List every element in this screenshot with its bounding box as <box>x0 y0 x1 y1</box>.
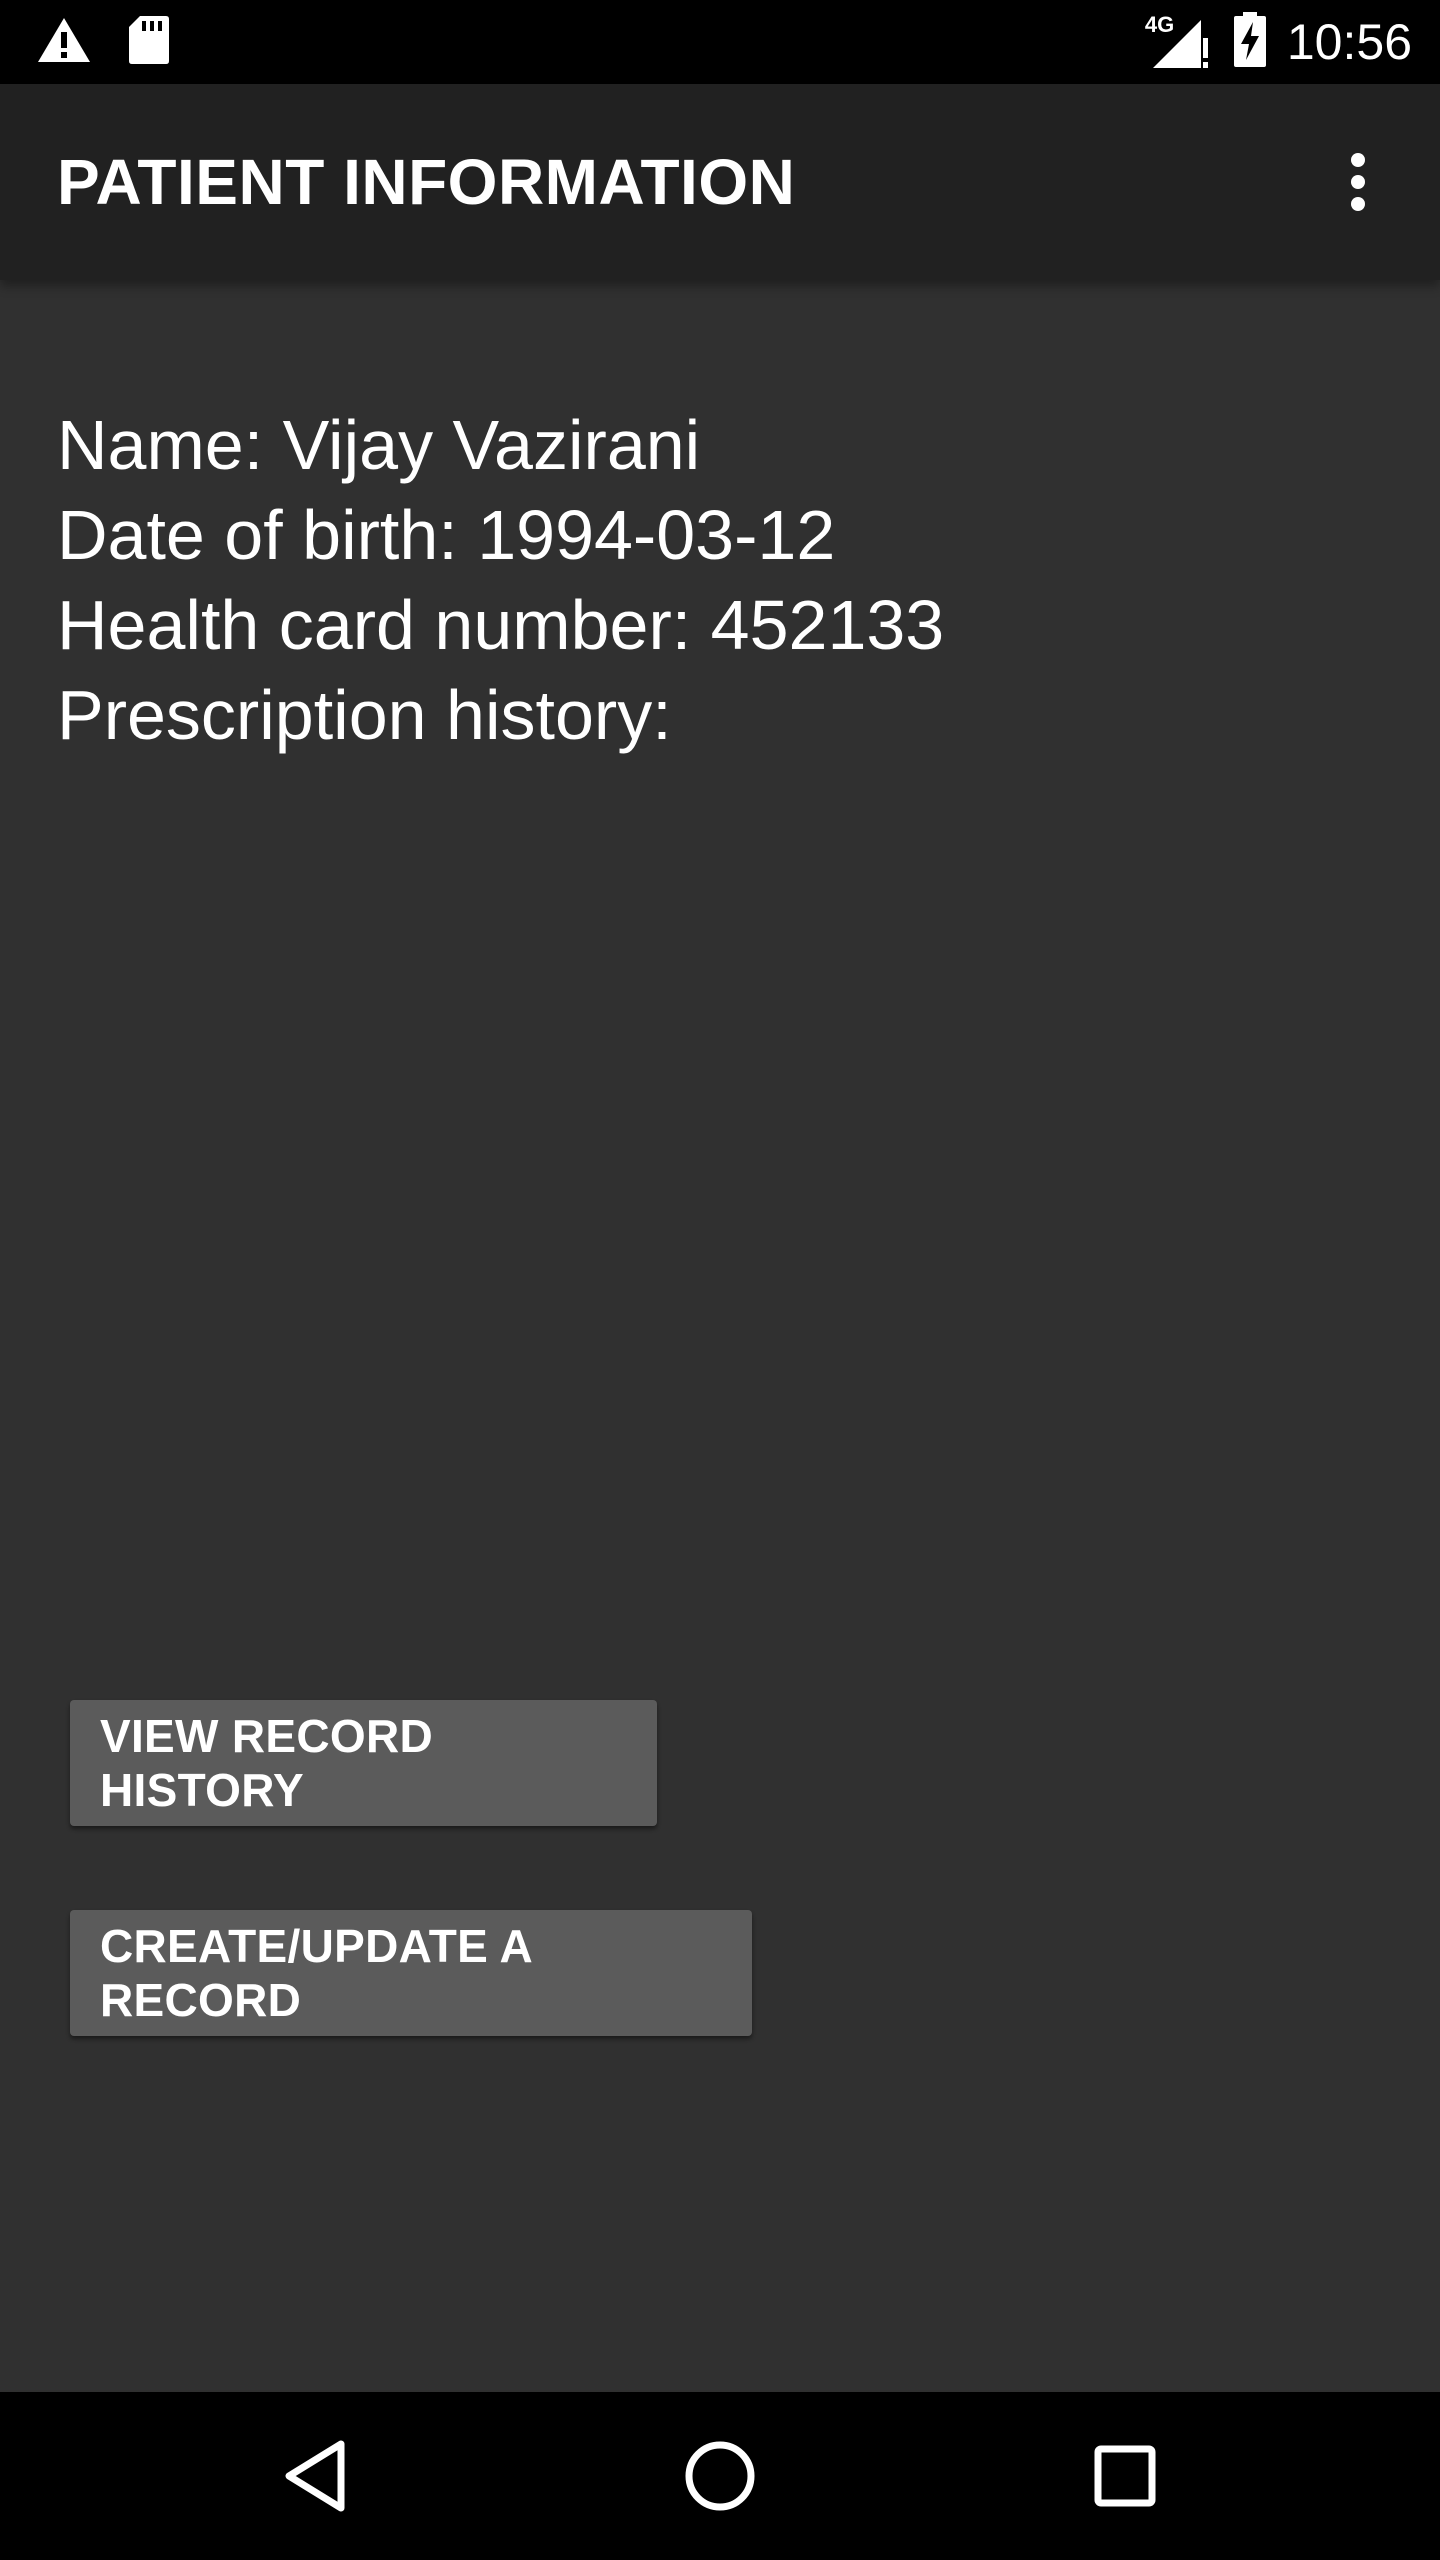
patient-dob: Date of birth: 1994-03-12 <box>57 496 836 574</box>
status-right-icons: 4G 10:56 <box>1145 0 1412 84</box>
prescription-history-label: Prescription history: <box>57 676 672 754</box>
signal-icon: 4G <box>1145 12 1215 72</box>
home-circle-icon[interactable] <box>660 2416 780 2536</box>
patient-health-card: Health card number: 452133 <box>57 586 945 664</box>
more-vert-icon[interactable] <box>1316 140 1400 224</box>
back-triangle-icon[interactable] <box>256 2416 376 2536</box>
warning-icon <box>36 16 92 69</box>
patient-name: Name: Vijay Vazirani <box>57 406 701 484</box>
status-bar: 4G 10:56 <box>0 0 1440 84</box>
page-title: PATIENT INFORMATION <box>57 146 796 218</box>
patient-details: Name: Vijay Vazirani Date of birth: 1994… <box>57 400 944 760</box>
status-left-icons <box>36 15 170 70</box>
battery-charging-icon <box>1233 11 1267 73</box>
view-record-history-button[interactable]: VIEW RECORD HISTORY <box>70 1700 657 1826</box>
app-bar: PATIENT INFORMATION <box>0 84 1440 280</box>
status-time: 10:56 <box>1286 14 1412 70</box>
recents-square-icon[interactable] <box>1065 2416 1185 2536</box>
create-update-record-button[interactable]: CREATE/UPDATE A RECORD <box>70 1910 752 2036</box>
sd-card-icon <box>128 15 170 70</box>
navigation-bar <box>0 2392 1440 2560</box>
